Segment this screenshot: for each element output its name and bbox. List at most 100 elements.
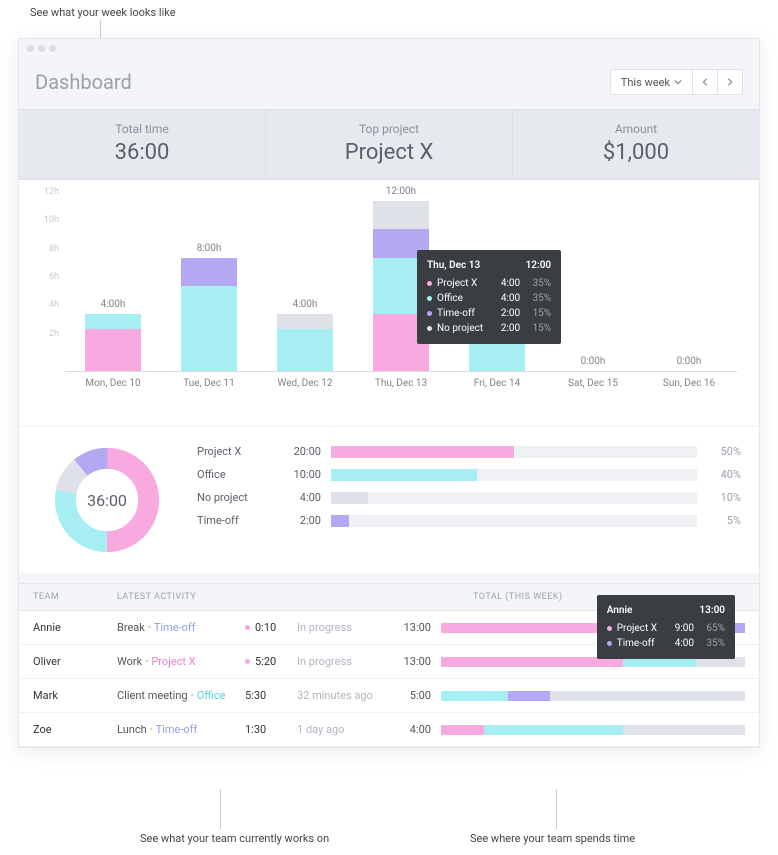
team-bar-segment — [550, 691, 745, 701]
team-bar-segment — [441, 691, 508, 701]
status-dot-icon — [245, 625, 250, 630]
y-tick: 12h — [44, 187, 59, 197]
chart-column[interactable]: 0:00h — [641, 202, 737, 371]
next-button[interactable] — [717, 69, 743, 95]
donut-chart: 36:00 — [37, 445, 177, 555]
breakdown-time: 4:00 — [281, 491, 321, 504]
team-bar-segment — [623, 725, 745, 735]
team-bar — [441, 691, 745, 701]
header: Dashboard This week — [19, 57, 759, 109]
bar-segment — [277, 329, 333, 372]
y-tick: 6h — [49, 272, 59, 282]
breakdown-row[interactable]: Time-off 2:00 5% — [197, 514, 741, 527]
bar-segment — [373, 201, 429, 229]
activity-tag: Time-off — [156, 723, 198, 736]
bar-value-label: 0:00h — [677, 356, 702, 367]
breakdown-pct: 10% — [707, 491, 741, 504]
breakdown-row[interactable]: Office 10:00 40% — [197, 468, 741, 481]
team-rows: Annie Break • Time-off 0:10 In progress … — [19, 611, 759, 747]
range-controls: This week — [611, 69, 743, 95]
team-total-time: 13:00 — [387, 655, 441, 668]
breakdown-name: No project — [197, 491, 271, 504]
donut-center-value: 36:00 — [87, 491, 127, 510]
y-tick: 10h — [44, 215, 59, 225]
y-tick: 8h — [49, 244, 59, 254]
x-label: Wed, Dec 12 — [257, 378, 353, 389]
stat-value: Project X — [266, 140, 512, 165]
breakdown-fill — [331, 469, 477, 481]
breakdown-time: 10:00 — [281, 468, 321, 481]
team-activity: Work • Project X — [117, 655, 245, 668]
x-label: Mon, Dec 10 — [65, 378, 161, 389]
breakdown-row[interactable]: Project X 20:00 50% — [197, 445, 741, 458]
breakdown-pct: 40% — [707, 468, 741, 481]
weekly-chart: 2h4h6h8h10h12h 4:00h8:00h4:00h12:00h4:00… — [19, 180, 759, 426]
team-bar-segment — [441, 725, 484, 735]
team-activity: Break • Time-off — [117, 621, 245, 634]
chevron-right-icon — [726, 78, 734, 86]
team-row[interactable]: Zoe Lunch • Time-off 1:30 1 day ago 4:00 — [19, 713, 759, 747]
bar-segment — [181, 286, 237, 371]
x-label: Sun, Dec 16 — [641, 378, 737, 389]
breakdown-time: 2:00 — [281, 514, 321, 527]
team-bar-segment — [484, 725, 624, 735]
annotation-works-on: See what your team currently works on — [140, 832, 329, 845]
x-label: Fri, Dec 14 — [449, 378, 545, 389]
status-dot-icon — [245, 659, 250, 664]
bar-value-label: 0:00h — [581, 356, 606, 367]
col-header-total: TOTAL (THIS WEEK) — [473, 592, 563, 602]
stats-bar: Total time 36:00 Top project Project X A… — [19, 109, 759, 180]
bar-segment — [277, 314, 333, 328]
team-row[interactable]: Mark Client meeting • Office 5:30 32 min… — [19, 679, 759, 713]
chart-bar: 4:00h — [85, 314, 141, 371]
breakdown-name: Project X — [197, 445, 271, 458]
breakdown-name: Office — [197, 468, 271, 481]
breakdown-row[interactable]: No project 4:00 10% — [197, 491, 741, 504]
team-activity: Client meeting • Office — [117, 689, 245, 702]
chart-column[interactable]: 4:00h — [257, 202, 353, 371]
y-tick: 4h — [49, 300, 59, 310]
team-member-name: Zoe — [33, 723, 117, 736]
y-tick: 2h — [49, 329, 59, 339]
window-titlebar — [19, 39, 759, 57]
breakdown-bar — [331, 492, 697, 504]
range-label: This week — [621, 76, 670, 89]
bar-value-label: 4:00h — [101, 299, 126, 310]
breakdown-pct: 5% — [707, 514, 741, 527]
x-label: Thu, Dec 13 — [353, 378, 449, 389]
bar-segment — [85, 329, 141, 372]
x-axis: Mon, Dec 10Tue, Dec 11Wed, Dec 12Thu, De… — [65, 378, 737, 389]
annotation-spends-time: See where your team spends time — [470, 832, 635, 845]
bar-segment — [85, 314, 141, 328]
activity-tag: Office — [197, 689, 226, 702]
team-member-name: Oliver — [33, 655, 117, 668]
breakdown-fill — [331, 492, 368, 504]
col-header-activity: LATEST ACTIVITY — [117, 592, 341, 602]
chevron-left-icon — [701, 78, 709, 86]
prev-button[interactable] — [692, 69, 718, 95]
annotation-line — [556, 789, 557, 829]
team-total-time: 4:00 — [387, 723, 441, 736]
team-bar-segment — [441, 623, 599, 633]
team-section: TEAM LATEST ACTIVITY TOTAL (THIS WEEK) A… — [19, 583, 759, 747]
stat-label: Top project — [266, 122, 512, 136]
breakdown-bar — [331, 446, 697, 458]
traffic-light-icon — [38, 45, 45, 52]
stat-label: Amount — [513, 122, 759, 136]
breakdown-list: Project X 20:00 50% Office 10:00 40% No … — [197, 445, 741, 555]
team-bar-segment — [508, 691, 551, 701]
breakdown-fill — [331, 446, 514, 458]
bar-value-label: 8:00h — [197, 243, 222, 254]
team-total-time: 5:00 — [387, 689, 441, 702]
annotation-week: See what your week looks like — [30, 6, 176, 19]
range-select[interactable]: This week — [610, 69, 693, 95]
breakdown-bar — [331, 515, 697, 527]
main-window: Dashboard This week Total time 36:00 Top… — [18, 38, 760, 748]
team-activity: Lunch • Time-off — [117, 723, 245, 736]
bar-value-label: 4:00h — [293, 299, 318, 310]
traffic-light-icon — [49, 45, 56, 52]
stat-value: $1,000 — [513, 140, 759, 165]
chart-column[interactable]: 4:00h — [65, 202, 161, 371]
chart-column[interactable]: 8:00h — [161, 202, 257, 371]
bar-segment — [181, 258, 237, 286]
